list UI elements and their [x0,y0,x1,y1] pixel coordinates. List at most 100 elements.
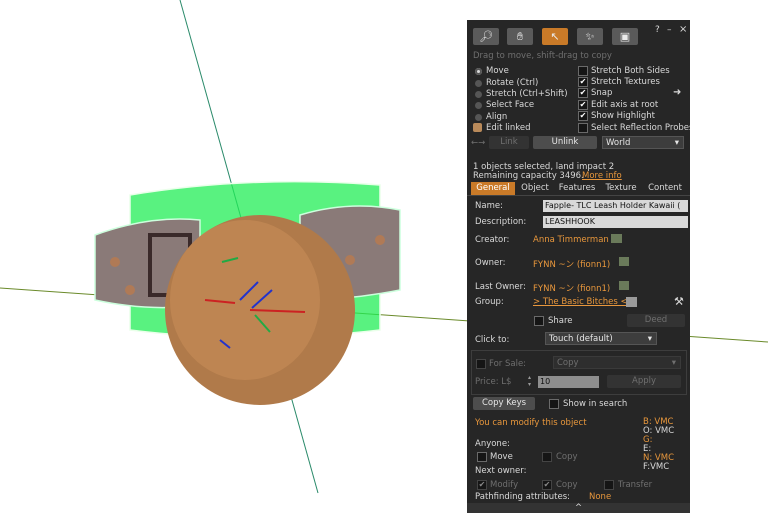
share-label: Share [548,316,573,326]
tab-general[interactable]: General [471,182,515,195]
unlink-button[interactable]: Unlink [533,136,597,149]
more-info-link[interactable]: More info [582,171,622,181]
minimize-icon[interactable]: – [667,25,672,35]
select-face-radio[interactable] [475,102,482,109]
snap-label: Snap [591,88,613,98]
align-mode-label: Align [486,112,508,122]
wand-icon: ✨︎ [585,29,595,43]
tab-content[interactable]: Content [643,182,687,195]
edit-axis-root-label: Edit axis at root [591,100,659,110]
tab-divider [467,195,690,196]
last-owner-label: Last Owner: [475,282,526,292]
copy-keys-button[interactable]: Copy Keys [473,397,535,410]
snap-options-arrow-icon[interactable]: ➜ [673,87,681,98]
close-icon[interactable]: × [679,24,687,35]
move-mode-label: Move [486,66,509,76]
group-swatch [626,297,637,307]
next-modify-checkbox[interactable]: ✔ [477,480,487,490]
click-to-label: Click to: [475,335,510,345]
snap-checkbox[interactable]: ✔ [578,88,588,98]
anyone-move-checkbox[interactable] [477,452,487,462]
link-arrows-icon: ←→ [471,138,486,148]
owner-label: Owner: [475,258,506,268]
align-radio[interactable] [475,114,482,121]
group-link[interactable]: > The Basic Bitches < [533,297,628,307]
stretch-textures-label: Stretch Textures [591,77,660,87]
name-field[interactable]: Fapple- TLC Leash Holder Kawaii ( [543,200,688,212]
pathfinding-label: Pathfinding attributes: [475,492,571,502]
profile-card-icon[interactable] [611,234,622,243]
spinner-arrows-icon[interactable]: ▴ ▾ [528,374,531,388]
share-checkbox[interactable] [534,316,544,326]
deed-button[interactable]: Deed [627,314,685,327]
price-field[interactable]: 10 [538,376,599,388]
sale-type-dropdown[interactable]: Copy ▾ [553,356,681,369]
next-modify-label: Modify [490,480,519,490]
description-field[interactable]: LEASHHOOK [543,216,688,228]
show-highlight-label: Show Highlight [591,111,656,121]
show-in-search-label: Show in search [563,399,628,409]
show-highlight-checkbox[interactable]: ✔ [578,111,588,121]
next-copy-checkbox[interactable]: ✔ [542,480,552,490]
anyone-copy-label: Copy [556,452,578,462]
reference-frame-dropdown[interactable]: World ▾ [602,136,684,149]
stretch-textures-checkbox[interactable]: ✔ [578,77,588,87]
anyone-copy-checkbox[interactable] [542,452,552,462]
move-radio[interactable] [475,68,482,75]
create-tool-button[interactable]: ✨︎ [577,28,603,45]
for-sale-label: For Sale: [489,359,527,369]
bulldozer-icon: ▣ [619,30,631,43]
move-tool-button[interactable]: ✋︎ [507,28,533,45]
group-label: Group: [475,297,504,307]
apply-button[interactable]: Apply [607,375,681,388]
tab-object[interactable]: Object [517,182,553,195]
stretch-mode-label: Stretch (Ctrl+Shift) [486,89,568,99]
reference-frame-value: World [606,138,631,148]
creator-label: Creator: [475,235,510,245]
chevron-down-icon: ▾ [647,334,652,344]
next-transfer-checkbox[interactable] [604,480,614,490]
focus-tool-button[interactable]: 🔎︎ [473,28,499,45]
profile-card-icon[interactable] [619,257,629,266]
select-reflection-probes-label: Select Reflection Probes [591,123,690,133]
build-tools-floater: 🔎︎ ✋︎ ↖ ✨︎ ▣ ? – × Drag to move, shift-d… [467,20,690,513]
description-label: Description: [475,217,527,227]
modify-notice: You can modify this object [475,418,587,428]
edit-axis-root-checkbox[interactable]: ✔ [578,100,588,110]
name-label: Name: [475,201,503,211]
next-owner-label: Next owner: [475,466,527,476]
click-action-dropdown[interactable]: Touch (default) ▾ [545,332,657,345]
expand-panel-button[interactable]: ^ [467,503,690,513]
chevron-down-icon: ▾ [674,138,679,148]
collar-object[interactable] [94,180,401,405]
magnifier-icon: 🔎︎ [479,30,493,43]
chevron-down-icon: ▾ [671,358,676,368]
select-reflection-probes-checkbox[interactable] [578,123,588,133]
help-icon[interactable]: ? [655,25,660,35]
tab-features[interactable]: Features [555,182,599,195]
hand-icon: ✋︎ [516,29,524,43]
rotate-radio[interactable] [475,80,482,87]
owner-link[interactable]: FYNN ~ン (fionn1) [533,258,610,270]
stretch-both-sides-checkbox[interactable] [578,66,588,76]
show-in-search-checkbox[interactable] [549,399,559,409]
link-button[interactable]: Link [489,136,529,149]
anyone-move-label: Move [490,452,513,462]
remaining-capacity: Remaining capacity 3496. [473,171,584,181]
arrow-icon: ↖ [550,30,560,43]
creator-link[interactable]: Anna Timmerman [533,235,609,245]
edit-tool-button[interactable]: ↖ [542,28,568,45]
pathfinding-value: None [589,492,612,502]
last-owner-link[interactable]: FYNN ~ン (fionn1) [533,282,610,294]
land-tool-button[interactable]: ▣ [612,28,638,45]
wrench-icon[interactable]: ⚒︎ [674,295,684,308]
for-sale-checkbox[interactable] [476,359,486,369]
sale-type-value: Copy [557,358,579,368]
next-copy-label: Copy [556,480,578,490]
drag-hint: Drag to move, shift-drag to copy [473,51,612,61]
stretch-both-sides-label: Stretch Both Sides [591,66,670,76]
profile-card-icon[interactable] [619,281,629,290]
edit-linked-icon[interactable] [473,123,482,132]
tab-texture[interactable]: Texture [601,182,641,195]
stretch-radio[interactable] [475,91,482,98]
